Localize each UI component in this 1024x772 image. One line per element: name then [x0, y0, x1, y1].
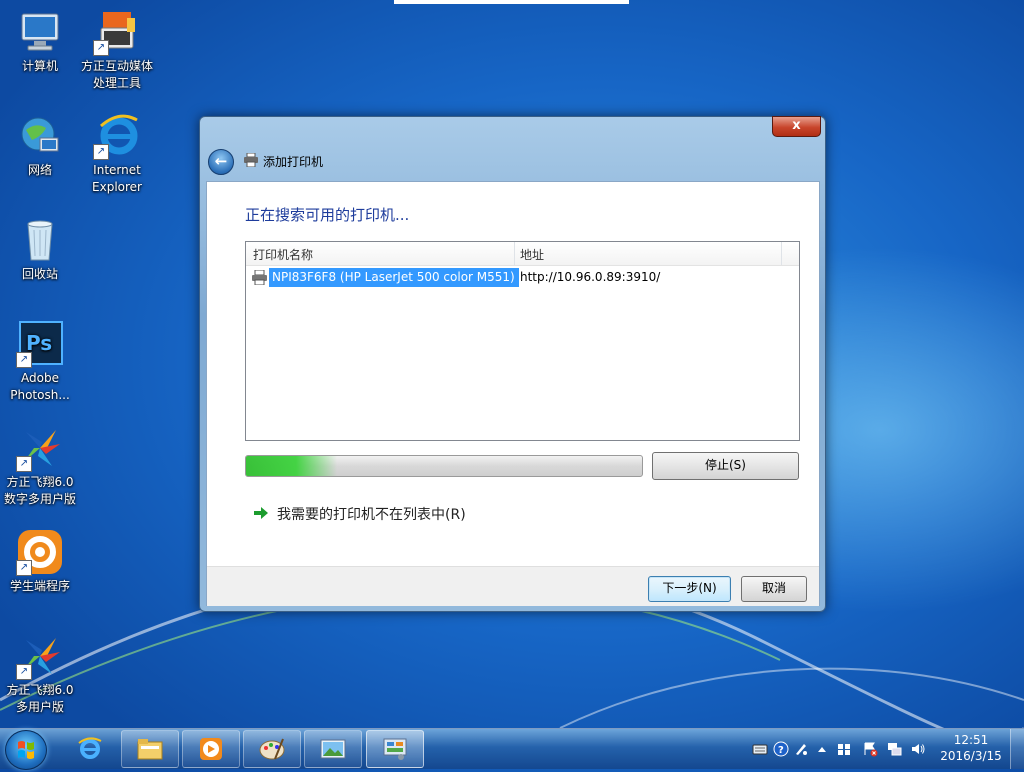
add-printer-dialog: x ← 添加打印机 正在搜索可用的打印机... 打印机名称 地址 NPI83F6… [199, 116, 826, 612]
taskbar-control-panel-button[interactable] [366, 730, 424, 768]
desktop-icon-photoshop[interactable]: Ps ↗ Adobe Photosh... [0, 320, 80, 404]
internet-explorer-icon: ↗ [93, 112, 141, 160]
taskbar-ie-button[interactable] [60, 730, 118, 768]
desktop-icon-label: 方正飞翔6.0 多用户版 [6, 683, 74, 714]
column-divider[interactable] [514, 242, 515, 265]
volume-icon[interactable] [910, 741, 926, 757]
shortcut-arrow-icon: ↗ [93, 40, 109, 56]
taskbar-explorer-button[interactable] [121, 730, 179, 768]
desktop-icon-network[interactable]: 网络 [0, 112, 80, 179]
show-hidden-icon[interactable] [814, 741, 830, 757]
printer-row[interactable]: NPI83F6F8 (HP LaserJet 500 color M551) h… [250, 268, 790, 288]
stop-button[interactable]: 停止(S) [652, 452, 799, 480]
media-player-icon [200, 738, 222, 760]
start-button[interactable] [5, 730, 47, 770]
link-text: 我需要的打印机不在列表中(R) [277, 507, 466, 523]
action-center-icon[interactable] [862, 741, 878, 757]
desktop-icon-founder-multi[interactable]: ↗ 方正飞翔6.0 多用户版 [0, 632, 80, 716]
clock-time: 12:51 [953, 733, 989, 747]
taskbar: ? 12:51 2016/3/15 [0, 728, 1024, 770]
taskbar-paint-button[interactable] [243, 730, 301, 768]
clock-date: 2016/3/15 [940, 749, 1002, 763]
list-header: 打印机名称 地址 [246, 242, 799, 266]
network-icon[interactable] [886, 741, 902, 757]
founder-feixiang-icon: ↗ [16, 632, 64, 680]
desktop-icon-student-client[interactable]: ↗ 学生端程序 [0, 528, 80, 595]
column-header-name[interactable]: 打印机名称 [253, 246, 313, 263]
printer-address: http://10.96.0.89:3910/ [520, 270, 661, 284]
folder-icon [137, 739, 163, 760]
recycle-bin-icon [16, 216, 64, 264]
svg-text:?: ? [778, 745, 784, 756]
keyboard-icon[interactable] [752, 741, 768, 757]
paint-palette-icon [259, 738, 285, 760]
desktop-icon-label: Internet Explorer [92, 163, 142, 194]
desktop-icon-label: 方正互动媒体 处理工具 [80, 59, 153, 90]
desktop-icon-label: 方正飞翔6.0 数字多用户版 [3, 475, 76, 506]
student-client-icon: ↗ [16, 528, 64, 576]
clock[interactable]: 12:51 2016/3/15 [938, 732, 1004, 764]
show-desktop-button[interactable] [1010, 729, 1024, 769]
desktop-icon-recycle-bin[interactable]: 回收站 [0, 216, 80, 283]
close-button[interactable]: x [772, 116, 821, 137]
printer-icon [244, 153, 258, 167]
network-globe-icon [16, 112, 64, 160]
dialog-content: 正在搜索可用的打印机... 打印机名称 地址 NPI83F6F8 (HP Las… [206, 181, 820, 606]
control-panel-icon [383, 738, 407, 760]
desktop-icon-label: 网络 [27, 163, 52, 177]
progress-fill [246, 456, 337, 476]
top-white-bar [394, 0, 629, 4]
printer-name: NPI83F6F8 (HP LaserJet 500 color M551) [269, 268, 519, 287]
column-header-address[interactable]: 地址 [520, 246, 544, 263]
back-button[interactable]: ← [208, 149, 234, 175]
printer-list[interactable]: 打印机名称 地址 NPI83F6F8 (HP LaserJet 500 colo… [245, 241, 800, 441]
shortcut-arrow-icon: ↗ [16, 352, 32, 368]
searching-heading: 正在搜索可用的打印机... [245, 206, 410, 224]
photo-viewer-icon [320, 739, 346, 759]
printer-icon [252, 270, 267, 285]
shortcut-arrow-icon: ↗ [93, 144, 109, 160]
desktop-icon-ie[interactable]: ↗ Internet Explorer [77, 112, 157, 196]
windows-logo-icon [18, 741, 34, 759]
next-button[interactable]: 下一步(N) [648, 576, 731, 602]
pen-icon[interactable] [793, 741, 809, 757]
cancel-button[interactable]: 取消 [741, 576, 807, 602]
taskbar-media-player-button[interactable] [182, 730, 240, 768]
internet-explorer-icon [78, 737, 102, 759]
desktop-icon-founder-digital[interactable]: ↗ 方正飞翔6.0 数字多用户版 [0, 424, 80, 508]
dialog-footer: 下一步(N) 取消 [207, 566, 819, 606]
dialog-title: 添加打印机 [263, 155, 324, 169]
founder-feixiang-icon: ↗ [16, 424, 64, 472]
green-arrow-icon [254, 507, 268, 519]
taskbar-photo-viewer-button[interactable] [304, 730, 362, 768]
shortcut-arrow-icon: ↗ [16, 456, 32, 472]
media-tool-icon: ↗ [93, 8, 141, 56]
desktop-icon-label: 学生端程序 [9, 579, 70, 593]
shortcut-arrow-icon: ↗ [16, 560, 32, 576]
desktop-icon-label: Adobe Photosh... [10, 371, 70, 402]
search-progress-bar [245, 455, 643, 477]
system-tray: ? 12:51 2016/3/15 [748, 729, 1024, 769]
photoshop-icon: Ps ↗ [16, 320, 64, 368]
help-icon[interactable]: ? [773, 741, 789, 757]
desktop-icon-computer[interactable]: 计算机 [0, 8, 80, 75]
computer-icon [16, 8, 64, 56]
shortcut-arrow-icon: ↗ [16, 664, 32, 680]
desktop-icon-label: 计算机 [21, 59, 58, 73]
desktop-icon-media-tool[interactable]: ↗ 方正互动媒体 处理工具 [77, 8, 157, 92]
column-divider[interactable] [781, 242, 782, 265]
windows-flag-icon[interactable] [836, 741, 852, 757]
desktop-icon-label: 回收站 [21, 267, 58, 281]
